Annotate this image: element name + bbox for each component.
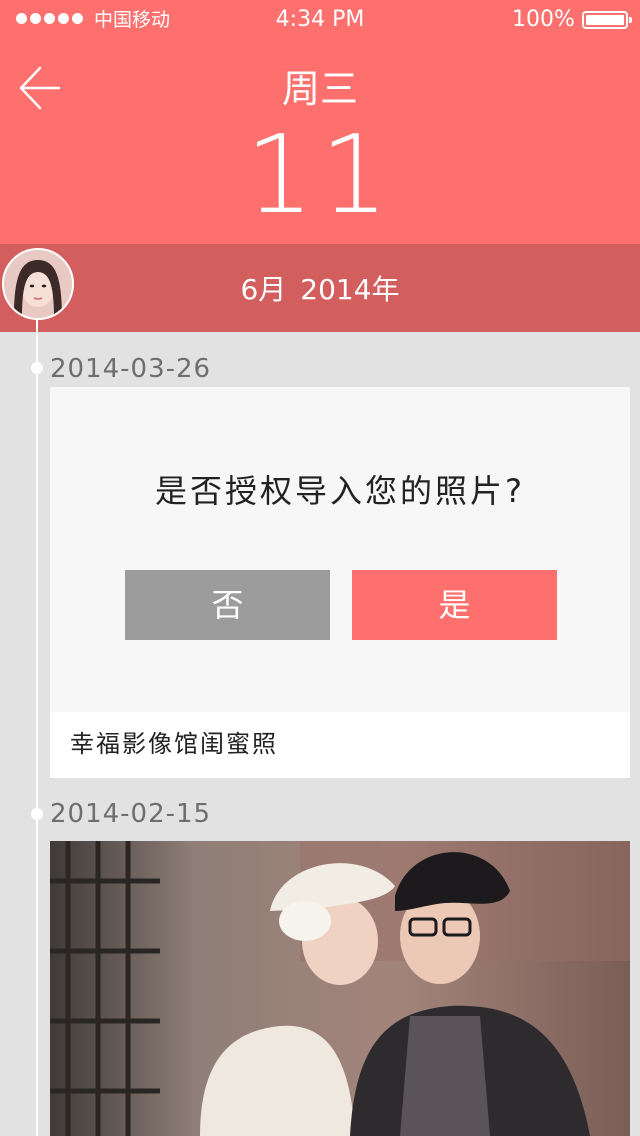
- yes-button[interactable]: 是: [352, 570, 557, 640]
- month-label: 6月: [240, 273, 287, 306]
- timeline-dot: [31, 362, 43, 374]
- status-bar: 中国移动 4:34 PM 100%: [0, 0, 640, 40]
- no-button[interactable]: 否: [125, 570, 330, 640]
- weekday-label: 周三: [281, 67, 358, 111]
- entry-date: 2014-03-26: [50, 354, 212, 384]
- avatar-image: [4, 250, 72, 318]
- battery-icon: [582, 11, 632, 29]
- timeline-dot: [31, 808, 43, 820]
- import-prompt: 是否授权导入您的照片?: [155, 472, 525, 510]
- card-caption: 幸福影像馆闺蜜照: [70, 730, 278, 758]
- year-label: 2014年: [300, 273, 400, 306]
- import-photos-card: 是否授权导入您的照片? 否 是 幸福影像馆闺蜜照: [50, 387, 630, 778]
- avatar[interactable]: [2, 248, 74, 320]
- header: 中国移动 4:34 PM 100% 周三 11: [0, 0, 640, 244]
- timeline-line: [36, 320, 38, 1136]
- couple-photo-image: [50, 841, 630, 1136]
- day-number: 11: [245, 113, 395, 238]
- battery-percent: 100%: [512, 7, 575, 32]
- month-year-label[interactable]: 6月 2014年: [0, 270, 640, 310]
- card-footer: 幸福影像馆闺蜜照: [50, 712, 630, 778]
- entry-date: 2014-02-15: [50, 799, 212, 829]
- couple-photo[interactable]: [50, 841, 630, 1136]
